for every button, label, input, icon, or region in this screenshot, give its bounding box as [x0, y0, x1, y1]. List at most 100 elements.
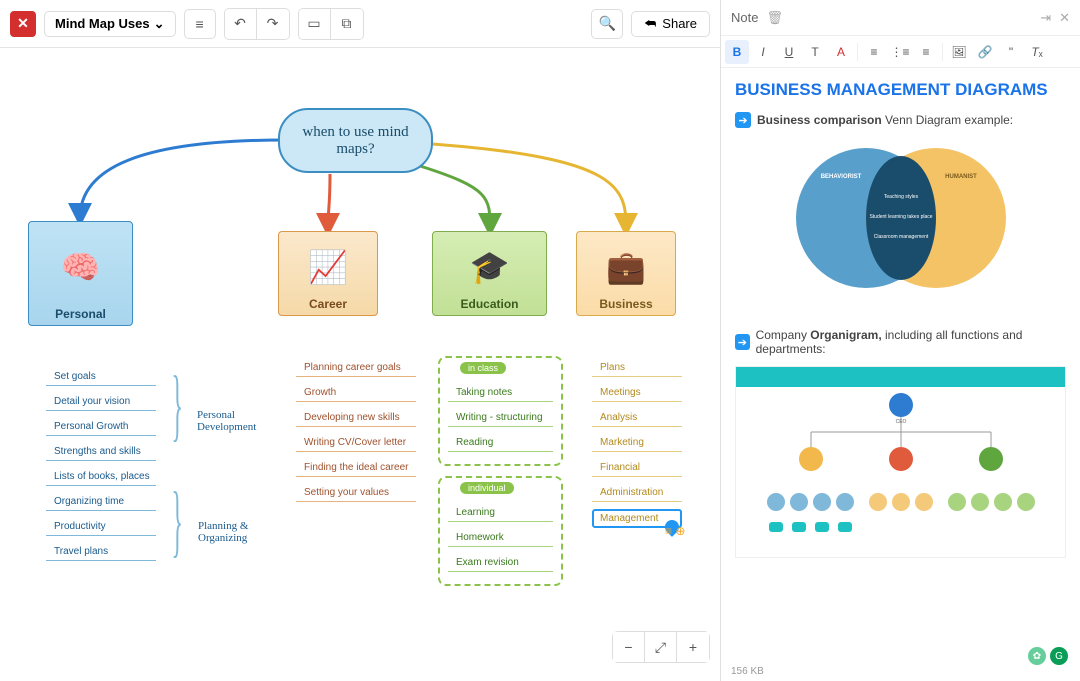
business-items: Plans Meetings Analysis Marketing Financ…	[592, 359, 682, 535]
share-icon: ⮪	[644, 16, 656, 32]
root-node[interactable]: when to use mind maps?	[278, 108, 433, 173]
group-tag: in class	[460, 362, 506, 374]
list-item[interactable]: Travel plans	[46, 543, 156, 561]
list-item[interactable]: Administration	[592, 484, 682, 502]
rich-text-toolbar: B I U T A ≡ ⋮≡ ≡ 🖼 🔗 " Tₓ	[721, 36, 1080, 68]
align-button[interactable]: ≡	[914, 40, 938, 64]
arrow-icon: ➔	[735, 112, 751, 128]
mindmap-canvas[interactable]: when to use mind maps? 🧠 Personal 📈 Care…	[0, 48, 720, 681]
panel-footer: 156 KB	[721, 662, 1080, 681]
undo-button[interactable]: ↶	[225, 9, 257, 39]
list-item[interactable]: Writing - structuring	[448, 409, 553, 427]
education-items-2: Learning Homework Exam revision	[448, 504, 553, 579]
branch-career-label: Career	[309, 297, 347, 311]
list-item[interactable]: Organizing time	[46, 493, 156, 511]
redo-button[interactable]: ↷	[257, 9, 289, 39]
list-item[interactable]: Planning career goals	[296, 359, 416, 377]
note-body[interactable]: BUSINESS MANAGEMENT DIAGRAMS ➔ Business …	[721, 68, 1080, 662]
branch-career[interactable]: 📈 Career	[278, 231, 378, 316]
collapse-icon[interactable]: ⇥	[1040, 10, 1051, 26]
document-title: Mind Map Uses	[55, 16, 150, 31]
underline-button[interactable]: U	[777, 40, 801, 64]
venn-diagram: BEHAVIORIST HUMANIST Teaching styles Stu…	[735, 138, 1066, 298]
badge-icon[interactable]: G	[1050, 647, 1068, 665]
text-button[interactable]: T	[803, 40, 827, 64]
list-item[interactable]: Strengths and skills	[46, 443, 156, 461]
list-item[interactable]: Finding the ideal career	[296, 459, 416, 477]
branch-education-label: Education	[460, 297, 518, 311]
list-item[interactable]: Plans	[592, 359, 682, 377]
svg-text:Classroom management: Classroom management	[873, 234, 928, 240]
personal-items: Set goals Detail your vision Personal Gr…	[46, 368, 156, 568]
svg-text:Student learning takes place: Student learning takes place	[869, 214, 932, 220]
briefcase-icon: 💼	[606, 236, 646, 297]
zoom-in-button[interactable]: +	[677, 632, 709, 662]
list-item[interactable]: Developing new skills	[296, 409, 416, 427]
chevron-down-icon: ⌄	[154, 16, 165, 32]
education-items-1: Taking notes Writing - structuring Readi…	[448, 384, 553, 459]
org-chart: CEO	[735, 366, 1066, 558]
branch-business[interactable]: 💼 Business	[576, 231, 676, 316]
list-item[interactable]: Growth	[296, 384, 416, 402]
list-item[interactable]: Analysis	[592, 409, 682, 427]
image-button[interactable]: 🖼	[947, 40, 971, 64]
annotation[interactable]: Planning & Organizing	[198, 520, 278, 544]
zoom-out-button[interactable]: −	[613, 632, 645, 662]
branch-education[interactable]: 🎓 Education	[432, 231, 547, 316]
badge-icon[interactable]: ✿	[1028, 647, 1046, 665]
list-item[interactable]: Reading	[448, 434, 553, 452]
note-text: Business comparison Venn Diagram example…	[757, 113, 1013, 127]
branch-personal-label: Personal	[55, 307, 106, 321]
status-badges: ✿ G	[1028, 647, 1068, 665]
clear-format-button[interactable]: Tₓ	[1025, 40, 1049, 64]
note-heading: BUSINESS MANAGEMENT DIAGRAMS	[735, 80, 1066, 100]
career-items: Planning career goals Growth Developing …	[296, 359, 416, 509]
list-item[interactable]: Homework	[448, 529, 553, 547]
list-item[interactable]: Writing CV/Cover letter	[296, 434, 416, 452]
list-item[interactable]: Set goals	[46, 368, 156, 386]
italic-button[interactable]: I	[751, 40, 775, 64]
svg-text:Teaching styles: Teaching styles	[883, 194, 918, 200]
layout-button-1[interactable]: ▭	[299, 9, 331, 39]
share-button[interactable]: ⮪ Share	[631, 11, 710, 37]
note-panel: Note 🗑 ⇥ ✕ B I U T A ≡ ⋮≡ ≡ 🖼 🔗 " Tₓ BUS…	[720, 0, 1080, 681]
branch-personal[interactable]: 🧠 Personal	[28, 221, 133, 326]
search-button[interactable]: 🔍	[591, 9, 623, 39]
list-item[interactable]: Learning	[448, 504, 553, 522]
list-item[interactable]: Taking notes	[448, 384, 553, 402]
document-title-dropdown[interactable]: Mind Map Uses ⌄	[44, 11, 176, 37]
quote-button[interactable]: "	[999, 40, 1023, 64]
bold-button[interactable]: B	[725, 40, 749, 64]
top-toolbar: ✕ Mind Map Uses ⌄ ≡ ↶ ↷ ▭ ⧉ 🔍 ⮪ Share	[0, 0, 720, 48]
list-item[interactable]: Setting your values	[296, 484, 416, 502]
numbered-list-button[interactable]: ≡	[862, 40, 886, 64]
trash-icon[interactable]: 🗑	[766, 10, 783, 26]
text-color-button[interactable]: A	[829, 40, 853, 64]
brace-icon: }	[171, 476, 183, 567]
note-text: Company Organigram, including all functi…	[756, 328, 1066, 356]
menu-button[interactable]: ≡	[184, 9, 216, 39]
bullet-list-button[interactable]: ⋮≡	[888, 40, 912, 64]
annotation[interactable]: Personal Development	[197, 409, 277, 433]
list-item[interactable]: Marketing	[592, 434, 682, 452]
layout-button-2[interactable]: ⧉	[331, 9, 363, 39]
list-item[interactable]: Productivity	[46, 518, 156, 536]
panel-header: Note 🗑 ⇥ ✕	[721, 0, 1080, 36]
list-item[interactable]: Detail your vision	[46, 393, 156, 411]
list-item[interactable]: Exam revision	[448, 554, 553, 572]
list-item[interactable]: Lists of books, places	[46, 468, 156, 486]
group-tag: individual	[460, 482, 514, 494]
close-icon[interactable]: ✕	[1059, 10, 1070, 26]
link-button[interactable]: 🔗	[973, 40, 997, 64]
branch-business-label: Business	[599, 297, 652, 311]
fit-screen-button[interactable]: ⤢	[645, 632, 677, 662]
arrow-icon: ➔	[735, 334, 750, 350]
share-label: Share	[662, 16, 697, 31]
brace-icon: }	[171, 360, 183, 451]
node-tools[interactable]: ≡ ⊕	[665, 524, 685, 538]
list-item[interactable]: Personal Growth	[46, 418, 156, 436]
list-item[interactable]: Financial	[592, 459, 682, 477]
graduation-cap-icon: 🎓	[470, 236, 510, 297]
svg-text:CEO: CEO	[895, 419, 906, 425]
list-item[interactable]: Meetings	[592, 384, 682, 402]
